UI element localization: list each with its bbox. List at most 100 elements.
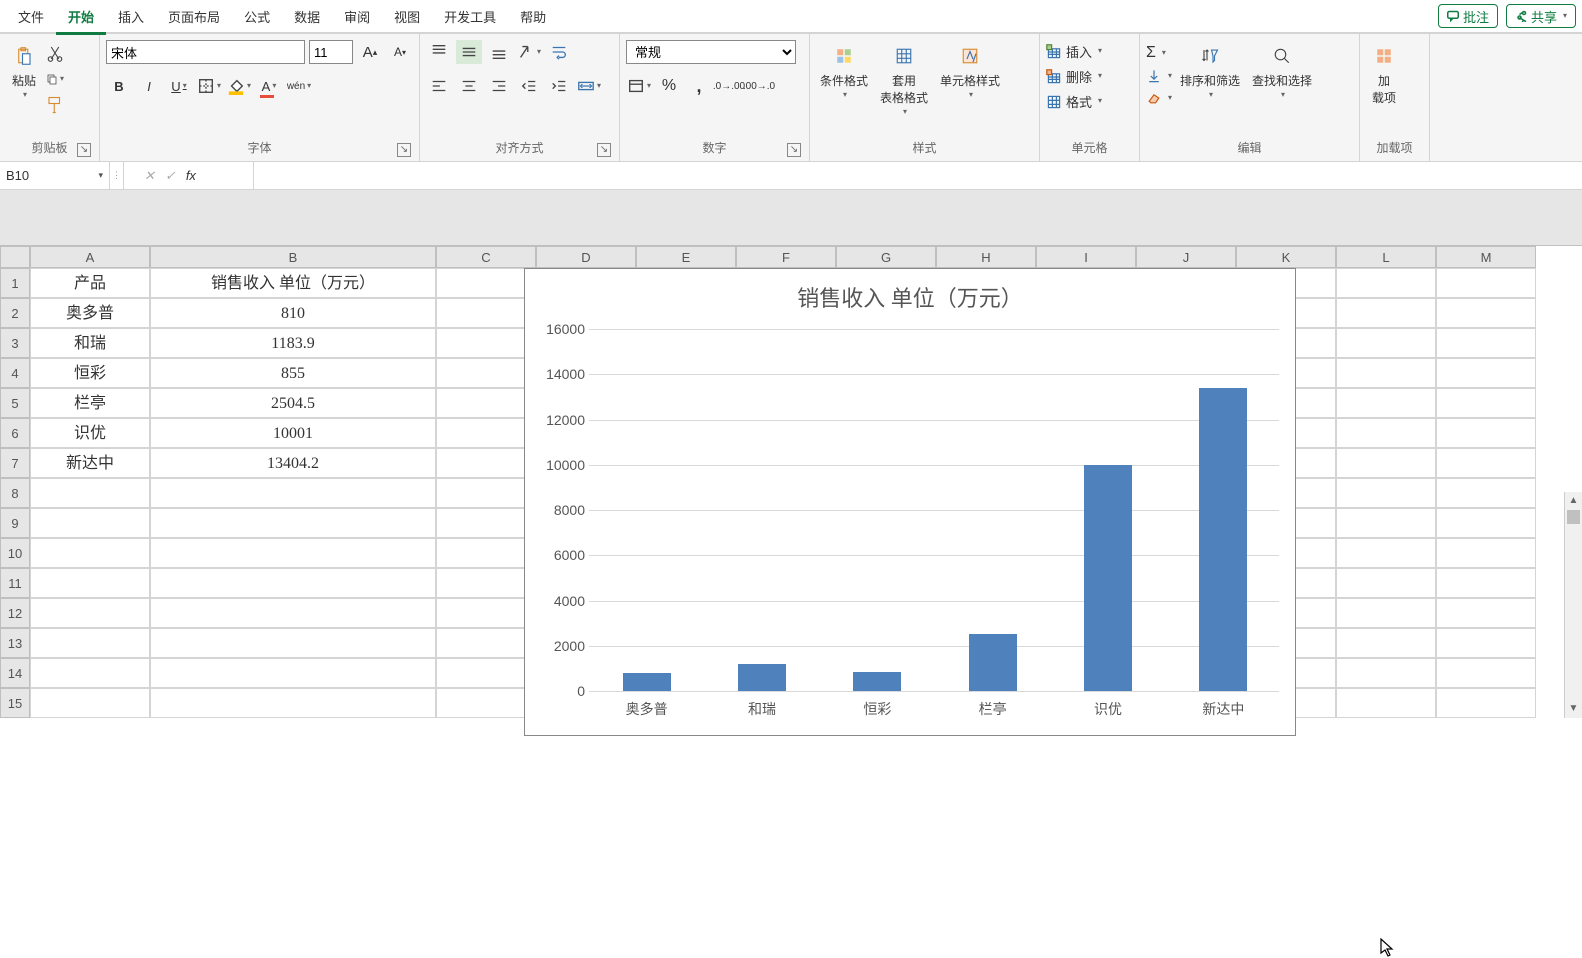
menu-tab-0[interactable]: 文件: [6, 0, 56, 33]
cell-M10[interactable]: [1436, 538, 1536, 568]
cell-A4[interactable]: 恒彩: [30, 358, 150, 388]
col-header-J[interactable]: J: [1136, 246, 1236, 268]
cell-A8[interactable]: [30, 478, 150, 508]
namebox-resize[interactable]: ⋮: [110, 162, 124, 189]
italic-button[interactable]: I: [136, 74, 162, 98]
cell-A6[interactable]: 识优: [30, 418, 150, 448]
cell-L14[interactable]: [1336, 658, 1436, 688]
cell-B5[interactable]: 2504.5: [150, 388, 436, 418]
cell-A12[interactable]: [30, 598, 150, 628]
cell-M6[interactable]: [1436, 418, 1536, 448]
cell-C8[interactable]: [436, 478, 536, 508]
increase-font-icon[interactable]: A▴: [357, 40, 383, 64]
row-header-14[interactable]: 14: [0, 658, 30, 688]
font-name-combo[interactable]: [106, 40, 305, 64]
bold-button[interactable]: B: [106, 74, 132, 98]
insert-function-icon[interactable]: fx: [186, 168, 196, 183]
cell-B1[interactable]: 销售收入 单位（万元）: [150, 268, 436, 298]
row-header-15[interactable]: 15: [0, 688, 30, 718]
cell-M13[interactable]: [1436, 628, 1536, 658]
formula-input[interactable]: [254, 162, 1582, 189]
row-header-3[interactable]: 3: [0, 328, 30, 358]
menu-tab-2[interactable]: 插入: [106, 0, 156, 33]
cell-C4[interactable]: [436, 358, 536, 388]
cell-C2[interactable]: [436, 298, 536, 328]
cell-L13[interactable]: [1336, 628, 1436, 658]
conditional-format-button[interactable]: 条件格式: [816, 40, 872, 102]
cell-L5[interactable]: [1336, 388, 1436, 418]
borders-button[interactable]: [196, 74, 222, 98]
scroll-up-icon[interactable]: ▲: [1565, 492, 1582, 510]
align-dialog-launcher[interactable]: ↘: [597, 143, 611, 157]
wrap-text-icon[interactable]: [546, 40, 572, 64]
cell-M7[interactable]: [1436, 448, 1536, 478]
cell-C7[interactable]: [436, 448, 536, 478]
cell-C14[interactable]: [436, 658, 536, 688]
merge-center-icon[interactable]: [576, 74, 602, 98]
row-header-9[interactable]: 9: [0, 508, 30, 538]
clipboard-dialog-launcher[interactable]: ↘: [77, 143, 91, 157]
cell-L12[interactable]: [1336, 598, 1436, 628]
fill-color-button[interactable]: [226, 74, 252, 98]
col-header-D[interactable]: D: [536, 246, 636, 268]
phonetic-button[interactable]: wén: [286, 74, 312, 98]
cell-B9[interactable]: [150, 508, 436, 538]
cell-A11[interactable]: [30, 568, 150, 598]
delete-cells-button[interactable]: 删除: [1046, 67, 1102, 86]
copy-icon[interactable]: [46, 70, 64, 88]
row-header-6[interactable]: 6: [0, 418, 30, 448]
scroll-thumb[interactable]: [1567, 510, 1580, 524]
cell-B3[interactable]: 1183.9: [150, 328, 436, 358]
font-color-button[interactable]: A: [256, 74, 282, 98]
menu-tab-7[interactable]: 视图: [382, 0, 432, 33]
cell-B4[interactable]: 855: [150, 358, 436, 388]
cell-A10[interactable]: [30, 538, 150, 568]
decrease-decimal-icon[interactable]: .00→.0: [746, 74, 772, 98]
cancel-formula-icon[interactable]: ✕: [144, 168, 155, 184]
chart-bar[interactable]: [853, 672, 901, 691]
cell-A1[interactable]: 产品: [30, 268, 150, 298]
format-cells-button[interactable]: 格式: [1046, 92, 1102, 111]
cell-C15[interactable]: [436, 688, 536, 718]
cell-L15[interactable]: [1336, 688, 1436, 718]
scroll-down-icon[interactable]: ▼: [1565, 700, 1582, 718]
row-header-1[interactable]: 1: [0, 268, 30, 298]
cell-B13[interactable]: [150, 628, 436, 658]
chart-bar[interactable]: [1084, 465, 1132, 691]
col-header-K[interactable]: K: [1236, 246, 1336, 268]
row-header-10[interactable]: 10: [0, 538, 30, 568]
cell-A5[interactable]: 栏亭: [30, 388, 150, 418]
cell-B7[interactable]: 13404.2: [150, 448, 436, 478]
cell-L9[interactable]: [1336, 508, 1436, 538]
font-size-combo[interactable]: [309, 40, 353, 64]
cell-B2[interactable]: 810: [150, 298, 436, 328]
cut-icon[interactable]: [46, 44, 64, 62]
embedded-chart[interactable]: 销售收入 单位（万元） 0200040006000800010000120001…: [524, 268, 1296, 736]
row-header-2[interactable]: 2: [0, 298, 30, 328]
cell-M12[interactable]: [1436, 598, 1536, 628]
cell-L3[interactable]: [1336, 328, 1436, 358]
cell-C6[interactable]: [436, 418, 536, 448]
cell-C3[interactable]: [436, 328, 536, 358]
menu-tab-3[interactable]: 页面布局: [156, 0, 232, 33]
col-header-I[interactable]: I: [1036, 246, 1136, 268]
col-header-E[interactable]: E: [636, 246, 736, 268]
menu-tab-6[interactable]: 审阅: [332, 0, 382, 33]
cell-L4[interactable]: [1336, 358, 1436, 388]
row-header-12[interactable]: 12: [0, 598, 30, 628]
insert-cells-button[interactable]: 插入: [1046, 42, 1102, 61]
row-header-4[interactable]: 4: [0, 358, 30, 388]
cell-M3[interactable]: [1436, 328, 1536, 358]
cell-C10[interactable]: [436, 538, 536, 568]
col-header-C[interactable]: C: [436, 246, 536, 268]
clear-icon[interactable]: [1146, 90, 1172, 106]
menu-tab-5[interactable]: 数据: [282, 0, 332, 33]
cell-B12[interactable]: [150, 598, 436, 628]
cell-L6[interactable]: [1336, 418, 1436, 448]
col-header-B[interactable]: B: [150, 246, 436, 268]
align-bottom-icon[interactable]: [486, 40, 512, 64]
cell-C12[interactable]: [436, 598, 536, 628]
cell-M4[interactable]: [1436, 358, 1536, 388]
percent-icon[interactable]: %: [656, 74, 682, 98]
chart-bar[interactable]: [623, 673, 671, 691]
